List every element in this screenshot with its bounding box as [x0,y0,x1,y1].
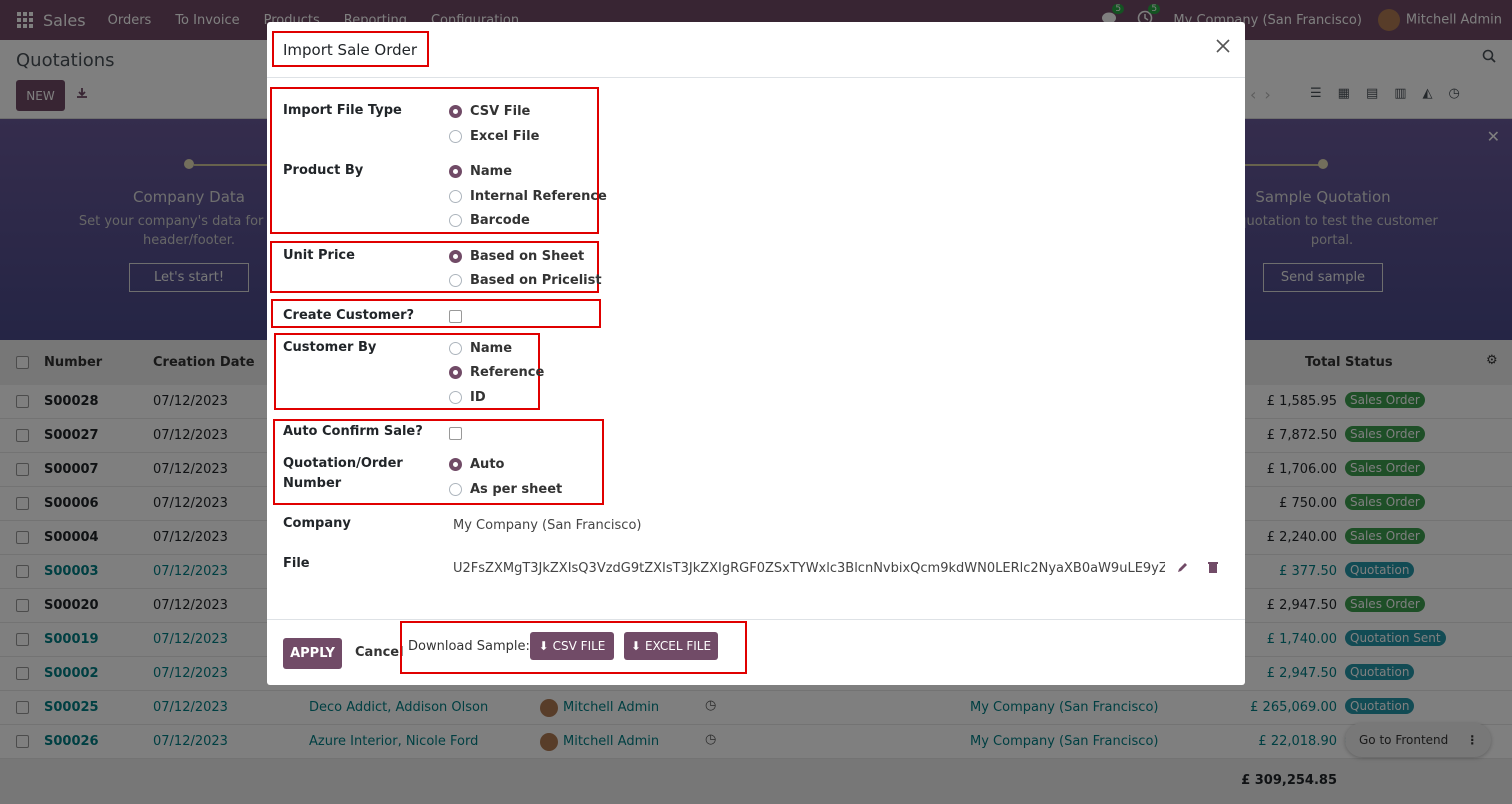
auto-confirm-checkbox[interactable] [449,427,462,440]
download-sample-label: Download Sample: [408,639,530,654]
radio-selected[interactable] [449,457,462,471]
option-csv-file[interactable]: CSV File [449,101,530,121]
radio-selected[interactable] [449,249,462,263]
option-based-on-pricelist[interactable]: Based on Pricelist [449,270,602,290]
close-icon[interactable] [1215,37,1231,59]
import-sale-order-dialog: Import Sale Order Import File Type CSV F… [267,22,1245,685]
radio[interactable] [449,341,462,355]
option-customer-id[interactable]: ID [449,387,486,407]
download-icon: ⬇ [630,639,641,653]
radio-selected[interactable] [449,164,462,178]
option-based-on-sheet[interactable]: Based on Sheet [449,246,584,266]
highlight-box [272,31,429,67]
radio-selected[interactable] [449,365,462,379]
unit-price-label: Unit Price [283,248,355,263]
file-label: File [283,556,310,571]
option-barcode[interactable]: Barcode [449,210,530,230]
option-number-as-per-sheet[interactable]: As per sheet [449,479,562,499]
radio[interactable] [449,482,462,496]
trash-icon[interactable] [1207,561,1219,578]
option-number-auto[interactable]: Auto [449,454,504,474]
auto-confirm-label: Auto Confirm Sale? [283,424,423,439]
company-label: Company [283,516,351,531]
create-customer-label: Create Customer? [283,308,415,323]
customer-by-label: Customer By [283,340,377,355]
option-customer-name[interactable]: Name [449,338,512,358]
excel-sample-button[interactable]: ⬇ EXCEL FILE [624,632,718,660]
radio[interactable] [449,129,462,143]
cancel-button[interactable]: Cancel [355,645,404,660]
option-excel-file[interactable]: Excel File [449,126,539,146]
radio[interactable] [449,390,462,404]
order-number-label-1: Quotation/Order [283,456,403,471]
order-number-label-2: Number [283,476,342,491]
download-icon: ⬇ [538,639,549,653]
modal-footer: APPLY Cancel Download Sample: ⬇ CSV FILE … [267,619,1245,685]
option-internal-reference[interactable]: Internal Reference [449,186,607,206]
product-by-label: Product By [283,163,364,178]
option-customer-reference[interactable]: Reference [449,362,544,382]
radio[interactable] [449,189,462,203]
apply-button[interactable]: APPLY [283,638,342,669]
edit-pencil-icon[interactable] [1176,561,1189,578]
file-value: U2FsZXMgT3JkZXIsQ3VzdG9tZXIsT3JkZXIgRGF0… [453,561,1165,576]
radio-selected[interactable] [449,104,462,118]
create-customer-checkbox[interactable] [449,310,462,323]
radio[interactable] [449,273,462,287]
company-value[interactable]: My Company (San Francisco) [453,518,641,533]
import-file-type-label: Import File Type [283,103,402,118]
option-product-name[interactable]: Name [449,161,512,181]
radio[interactable] [449,213,462,227]
csv-sample-button[interactable]: ⬇ CSV FILE [530,632,614,660]
